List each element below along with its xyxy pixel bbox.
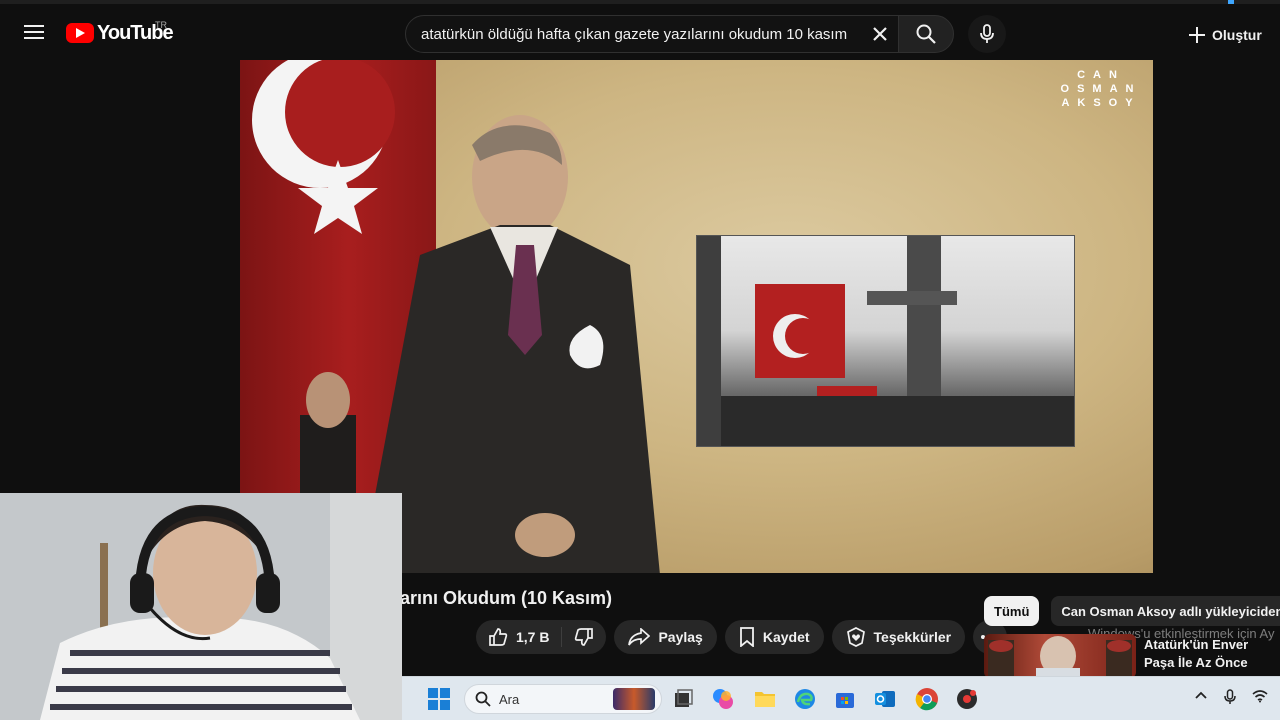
- menu-icon: [24, 25, 44, 39]
- watermark-line-2: OSMAN: [1060, 83, 1142, 95]
- search-highlight-image: [613, 688, 655, 710]
- like-dislike-group: 1,7 B: [476, 620, 607, 654]
- store-button[interactable]: [832, 686, 858, 712]
- edge-icon: [795, 689, 815, 709]
- masthead: YouTube TR atatürkün öldüğü hafta çıkan …: [0, 4, 1280, 60]
- chip-all[interactable]: Tümü: [984, 596, 1040, 626]
- webcam-overlay: [0, 493, 402, 720]
- file-explorer-icon: [755, 692, 775, 707]
- plus-icon: [1189, 27, 1205, 43]
- chrome-icon: [915, 688, 938, 711]
- thanks-icon: [846, 627, 865, 647]
- thumb-up-icon: [489, 628, 508, 646]
- windows-taskbar: Ara: [402, 676, 1280, 720]
- search-input[interactable]: atatürkün öldüğü hafta çıkan gazete yazı…: [405, 15, 905, 53]
- video-title: arını Okudum (10 Kasım): [400, 588, 613, 608]
- region-code: TR: [155, 20, 167, 30]
- mic-icon: [980, 24, 994, 43]
- task-view-button[interactable]: [670, 686, 696, 712]
- share-icon: [628, 628, 651, 646]
- search-icon: [916, 24, 936, 44]
- share-label: Paylaş: [658, 629, 703, 645]
- save-button[interactable]: Kaydet: [724, 620, 824, 654]
- save-label: Kaydet: [762, 629, 810, 645]
- outlook-button[interactable]: [872, 686, 898, 712]
- clear-search-button[interactable]: [866, 20, 894, 48]
- filter-chips: Tümü Can Osman Aksoy adlı yükleyiciden: [984, 596, 1280, 626]
- thanks-button[interactable]: Teşekkürler: [831, 620, 966, 654]
- system-tray: [1194, 689, 1268, 705]
- mic-tray-icon[interactable]: [1224, 689, 1236, 705]
- copilot-icon: [713, 689, 733, 709]
- search-icon: [475, 691, 491, 707]
- store-icon: [836, 693, 854, 708]
- like-button[interactable]: 1,7 B: [476, 620, 561, 654]
- watermark-line-3: AKSOY: [1061, 97, 1141, 109]
- dislike-button[interactable]: [562, 620, 606, 654]
- voice-search-button[interactable]: [968, 15, 1006, 53]
- task-view-icon: [675, 689, 693, 707]
- edge-button[interactable]: [792, 686, 818, 712]
- taskbar-search-placeholder: Ara: [499, 691, 520, 707]
- share-button[interactable]: Paylaş: [614, 620, 717, 654]
- video-actions: 1,7 B Paylaş Kaydet Teşekkürler: [476, 620, 1008, 654]
- windows-start-icon: [428, 688, 450, 710]
- funeral-photo: [696, 235, 1075, 447]
- thumb-down-icon: [575, 628, 594, 646]
- youtube-logo-icon: [66, 23, 94, 43]
- thanks-label: Teşekkürler: [873, 629, 952, 645]
- search-button[interactable]: [898, 15, 954, 53]
- channel-watermark: CAN OSMAN AKSOY: [1056, 68, 1146, 110]
- start-button[interactable]: [426, 686, 452, 712]
- taskbar-search[interactable]: Ara: [464, 684, 662, 714]
- chrome-button[interactable]: [914, 686, 940, 712]
- recommendation-thumbnail[interactable]: [984, 634, 1136, 678]
- create-label: Oluştur: [1212, 27, 1262, 43]
- like-count: 1,7 B: [516, 629, 550, 645]
- chip-from-uploader[interactable]: Can Osman Aksoy adlı yükleyiciden: [1051, 596, 1280, 626]
- search-query-text: atatürkün öldüğü hafta çıkan gazete yazı…: [421, 26, 848, 43]
- watermark-line-1: CAN: [1077, 69, 1125, 81]
- chevron-up-icon[interactable]: [1194, 689, 1208, 703]
- wifi-icon[interactable]: [1252, 689, 1268, 703]
- bookmark-icon: [739, 627, 754, 647]
- app-icon: [957, 689, 977, 709]
- menu-button[interactable]: [16, 14, 52, 50]
- file-explorer-button[interactable]: [752, 686, 778, 712]
- close-icon: [873, 27, 887, 41]
- app-button[interactable]: [954, 686, 980, 712]
- create-button[interactable]: Oluştur: [1182, 18, 1268, 52]
- outlook-icon: [875, 691, 895, 707]
- screen: YouTube TR atatürkün öldüğü hafta çıkan …: [0, 0, 1280, 720]
- copilot-button[interactable]: [710, 686, 736, 712]
